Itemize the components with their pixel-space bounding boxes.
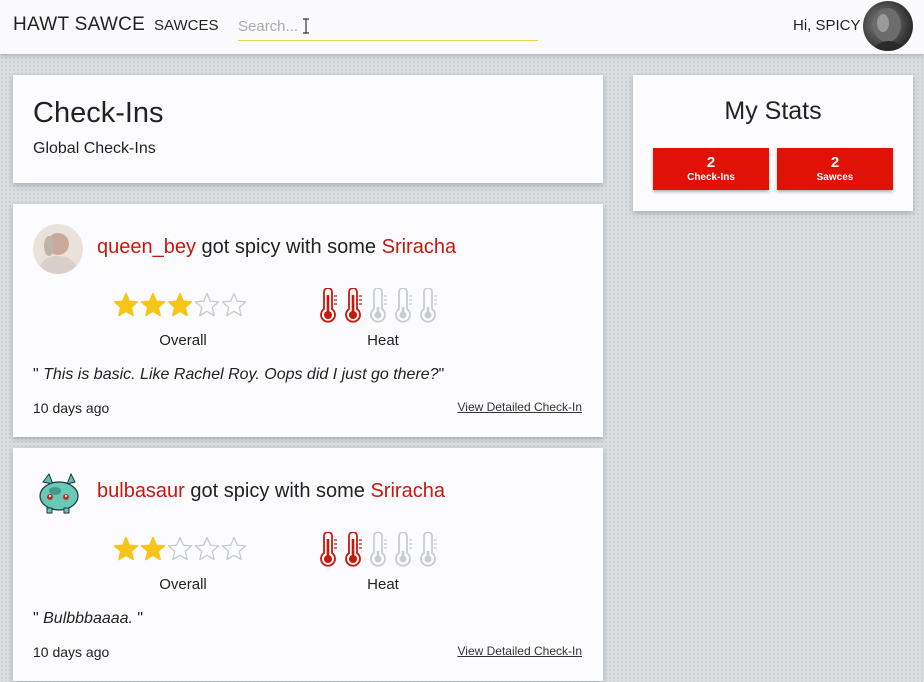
- view-detailed-checkin-link[interactable]: View Detailed Check-In: [457, 644, 582, 658]
- checkin-card: queen_bey got spicy with some Sriracha O…: [13, 204, 603, 437]
- thermometer-filled-icon: [320, 532, 337, 567]
- checkin-sauce-link[interactable]: Sriracha: [382, 236, 456, 258]
- checkin-user-avatar[interactable]: [33, 468, 83, 518]
- checkin-headline: bulbasaur got spicy with some Sriracha: [97, 480, 445, 503]
- checkins-stat-button[interactable]: 2 Check-Ins: [653, 148, 769, 190]
- page-title: Check-Ins: [33, 97, 164, 129]
- sawces-stat-button[interactable]: 2 Sawces: [777, 148, 893, 190]
- star-filled-icon: [167, 292, 193, 317]
- page-subtitle: Global Check-Ins: [33, 140, 156, 157]
- star-empty-icon: [221, 292, 247, 317]
- user-photo-icon: [33, 224, 83, 274]
- checkin-connector-text: got spicy with some: [195, 236, 382, 258]
- checkin-quote: " Bulbbbaaaa. ": [33, 610, 143, 628]
- thermometer-filled-icon: [345, 288, 362, 323]
- checkins-label: Check-Ins: [687, 172, 735, 183]
- quote-open: ": [33, 366, 44, 383]
- bulbasaur-icon: [33, 468, 83, 518]
- heat-rating-thermometers: [317, 532, 439, 568]
- thermometer-empty-icon: [420, 288, 437, 323]
- checkin-user-avatar[interactable]: [33, 224, 83, 274]
- overall-rating-stars: [113, 292, 247, 322]
- thermometer-empty-icon: [395, 288, 412, 323]
- avatar-photo-icon: [871, 8, 907, 51]
- user-avatar[interactable]: [863, 1, 913, 51]
- page-header-card: Check-Ins Global Check-Ins: [13, 75, 603, 183]
- quote-text: This is basic. Like Rachel Roy. Oops did…: [43, 366, 439, 383]
- star-empty-icon: [194, 536, 220, 561]
- star-empty-icon: [194, 292, 220, 317]
- search-input[interactable]: [238, 12, 538, 41]
- checkin-card: bulbasaur got spicy with some Sriracha O…: [13, 448, 603, 681]
- overall-label: Overall: [159, 576, 207, 593]
- thermometer-empty-icon: [420, 532, 437, 567]
- thermometer-empty-icon: [370, 288, 387, 323]
- sawces-count: 2: [830, 154, 840, 171]
- checkin-sauce-link[interactable]: Sriracha: [370, 480, 444, 502]
- checkin-username-link[interactable]: bulbasaur: [97, 480, 185, 502]
- checkin-timestamp: 10 days ago: [33, 644, 110, 660]
- stats-title: My Stats: [724, 97, 822, 125]
- checkin-timestamp: 10 days ago: [33, 400, 110, 416]
- heat-rating-thermometers: [317, 288, 439, 324]
- my-stats-card: My Stats 2 Check-Ins 2 Sawces: [633, 75, 913, 211]
- text-cursor-icon: [303, 18, 309, 34]
- top-navbar: HAWT SAWCE SAWCES Hi, SPICY: [0, 0, 924, 54]
- heat-label: Heat: [367, 576, 399, 593]
- checkins-count: 2: [706, 154, 716, 171]
- sawces-label: Sawces: [816, 172, 854, 183]
- overall-rating-stars: [113, 536, 247, 566]
- quote-open: ": [33, 610, 44, 627]
- thermometer-filled-icon: [345, 532, 362, 567]
- star-filled-icon: [140, 292, 166, 317]
- star-filled-icon: [113, 292, 139, 317]
- star-filled-icon: [140, 536, 166, 561]
- overall-label: Overall: [159, 332, 207, 349]
- checkin-headline: queen_bey got spicy with some Sriracha: [97, 236, 456, 259]
- quote-close: ": [132, 610, 144, 627]
- checkin-quote: " This is basic. Like Rachel Roy. Oops d…: [33, 366, 444, 384]
- checkin-connector-text: got spicy with some: [184, 480, 371, 502]
- star-empty-icon: [221, 536, 247, 561]
- quote-text: Bulbbbaaaa.: [43, 610, 133, 627]
- thermometer-empty-icon: [395, 532, 412, 567]
- brand-logo[interactable]: HAWT SAWCE: [13, 14, 145, 36]
- heat-label: Heat: [367, 332, 399, 349]
- star-empty-icon: [167, 536, 193, 561]
- thermometer-filled-icon: [320, 288, 337, 323]
- view-detailed-checkin-link[interactable]: View Detailed Check-In: [457, 400, 582, 414]
- star-filled-icon: [113, 536, 139, 561]
- thermometer-empty-icon: [370, 532, 387, 567]
- nav-link-sawces[interactable]: SAWCES: [154, 17, 218, 34]
- checkin-username-link[interactable]: queen_bey: [97, 236, 196, 258]
- user-greeting: Hi, SPICY: [793, 17, 861, 34]
- quote-close: ": [438, 366, 445, 383]
